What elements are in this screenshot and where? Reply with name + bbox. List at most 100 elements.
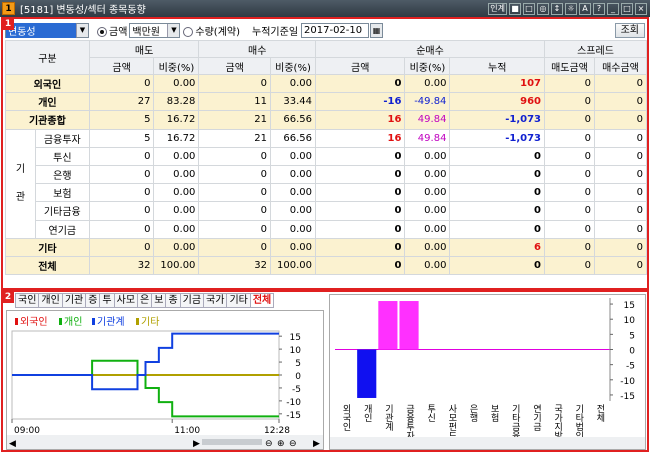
table-cell: 0.00 (153, 237, 200, 257)
table-cell: 0 (198, 219, 272, 239)
radio-amount[interactable]: 금액 (97, 23, 127, 38)
window-control-5-icon[interactable]: ☼ (565, 2, 577, 15)
chart-nav-icon-4[interactable]: ⊖ (289, 439, 297, 449)
table-cell: 0 (593, 219, 648, 239)
window-control-10-icon[interactable]: × (635, 2, 647, 15)
table-cell: 0.00 (270, 201, 316, 221)
tab-0[interactable]: 국인 (15, 293, 40, 308)
zoom-slider[interactable] (202, 439, 262, 445)
table-row[interactable]: 기 관 금융투자 5 16.72 21 66.56 16 49.84 -1,073 0 0 (5, 128, 648, 239)
table-cell: 0.00 (270, 183, 316, 203)
category-label: 국가지방 (552, 404, 562, 440)
table-row[interactable]: 은행 0 0.00 0 0.00 0 0.00 0 0 0 (6, 164, 648, 185)
table-cell: 0 (88, 183, 155, 203)
table-cell: 0.00 (153, 73, 200, 94)
chart-nav-icon-2[interactable]: ⊖ (265, 439, 273, 449)
window-control-2-icon[interactable]: □ (523, 2, 535, 15)
y-tick-label: 10 (290, 346, 302, 356)
calendar-icon[interactable]: ▦ (370, 22, 384, 38)
table-row[interactable]: 투신 0 0.00 0 0.00 0 0.00 0 0 0 (6, 146, 648, 166)
window-control-8-icon[interactable]: _ (607, 2, 619, 15)
table-row[interactable]: 기관종합 5 16.72 21 66.56 16 49.84 -1,073 0 0 (5, 110, 648, 130)
table-cell: 0.00 (270, 164, 316, 185)
y-tick-label: 0 (629, 347, 635, 357)
sub-header-cell: 누적 (449, 57, 546, 75)
row-label: 개인 (5, 92, 90, 112)
window-control-3-icon[interactable]: ◎ (537, 2, 549, 15)
chart-nav-icon-3[interactable]: ⊕ (277, 439, 285, 449)
table-cell: 32 (88, 255, 155, 276)
table-cell: 0 (593, 146, 648, 166)
sub-header-cell: 매도금액 (544, 57, 595, 75)
table-cell: 0 (314, 255, 406, 276)
tab-10[interactable]: 국가 (203, 293, 228, 308)
window-control-1-icon[interactable]: ■ (509, 2, 521, 15)
table-cell: 0 (593, 128, 648, 148)
tab-5[interactable]: 사모 (113, 293, 139, 308)
table-cell: 0 (198, 201, 272, 221)
legend-swatch (136, 318, 139, 325)
radio-unselected-icon[interactable] (183, 26, 194, 37)
sector-select[interactable]: 변동성 ▼ (5, 22, 89, 38)
tab-2[interactable]: 기관 (61, 293, 87, 308)
table-row[interactable]: 보험 0 0.00 0 0.00 0 0.00 0 0 0 (6, 183, 648, 203)
x-tick-label: 09:00 (14, 426, 40, 436)
tab-4[interactable]: 투 (99, 293, 115, 308)
row-label: 연기금 (34, 219, 90, 239)
row-label: 투신 (34, 146, 90, 166)
category-label: 전체 (594, 404, 604, 423)
chart-nav-icon-5[interactable]: ▶ (313, 439, 320, 449)
table-row[interactable]: 개인 27 83.28 11 33.44 -16 -49.84 960 0 0 (5, 92, 648, 112)
tab-3[interactable]: 증 (85, 293, 101, 308)
table-cell: 0 (314, 237, 406, 257)
sub-header-cell: 비중(%) (153, 57, 200, 75)
chart-scrollbar[interactable] (7, 435, 323, 449)
header-sell: 매도 (88, 40, 200, 58)
sub-header-cell: 금액 (198, 57, 272, 75)
bar (357, 349, 377, 398)
chart-nav-icon-1[interactable]: ▶ (193, 439, 200, 449)
legend-label: 개인 (64, 316, 82, 328)
table-cell: 100.00 (270, 255, 316, 276)
table-cell: 0 (314, 164, 406, 185)
table-cell: 0 (544, 146, 595, 166)
window-control-0-icon[interactable]: 인계 (488, 2, 507, 15)
radio-selected-icon[interactable] (97, 26, 107, 37)
table-cell: 100.00 (153, 255, 200, 276)
window-control-7-icon[interactable]: ? (593, 2, 605, 15)
query-button[interactable]: 조회 (614, 22, 645, 38)
chart-nav-icon-0[interactable]: ◀ (9, 439, 16, 449)
table-row[interactable]: 외국인 0 0.00 0 0.00 0 0.00 107 0 0 (5, 73, 648, 94)
base-date-input[interactable]: 2017-02-10 (301, 22, 370, 38)
chevron-down-icon[interactable]: ▼ (76, 23, 88, 37)
unit-select[interactable]: 백만원 ▼ (129, 22, 181, 38)
table-row[interactable]: 기타 0 0.00 0 0.00 0 0.00 6 0 0 (5, 237, 648, 257)
table-row[interactable]: 전체 32 100.00 32 100.00 0 0.00 0 0 0 (5, 255, 648, 276)
window-titlebar: 1 [5181] 변동성/섹터 종목동향 인계 ■ □ ◎ ↕ ☼ A? _ □ × (0, 0, 650, 17)
table-cell: 0 (544, 164, 595, 185)
table-cell: 0 (88, 219, 155, 239)
tab-1[interactable]: 개인 (38, 293, 63, 308)
chart-scrollbar[interactable] (330, 437, 645, 449)
table-cell: 0 (544, 128, 595, 148)
y-tick-label: 15 (290, 333, 301, 343)
radio-quantity[interactable]: 수량(계약) (183, 23, 240, 38)
table-row[interactable]: 연기금 0 0.00 0 0.00 0 0.00 0 0 0 (6, 219, 648, 239)
window-control-9-icon[interactable]: □ (621, 2, 633, 15)
window-control-6-icon[interactable]: A (579, 2, 591, 15)
window-control-4-icon[interactable]: ↕ (551, 2, 563, 15)
tab-7[interactable]: 보 (151, 293, 167, 308)
table-cell: 0 (88, 73, 155, 94)
table-cell: -49.84 (404, 92, 451, 112)
tab-8[interactable]: 종 (165, 293, 181, 308)
tab-12[interactable]: 전체 (249, 293, 275, 308)
table-cell: 0 (593, 164, 648, 185)
bar (378, 301, 398, 350)
table-cell: 0 (449, 146, 546, 166)
tab-11[interactable]: 기타 (226, 293, 251, 308)
tab-9[interactable]: 기금 (179, 293, 205, 308)
chevron-down-icon[interactable]: ▼ (167, 23, 180, 37)
table-cell: 0 (314, 201, 406, 221)
table-row[interactable]: 기타금융 0 0.00 0 0.00 0 0.00 0 0 0 (6, 201, 648, 221)
tab-6[interactable]: 은 (137, 293, 153, 308)
